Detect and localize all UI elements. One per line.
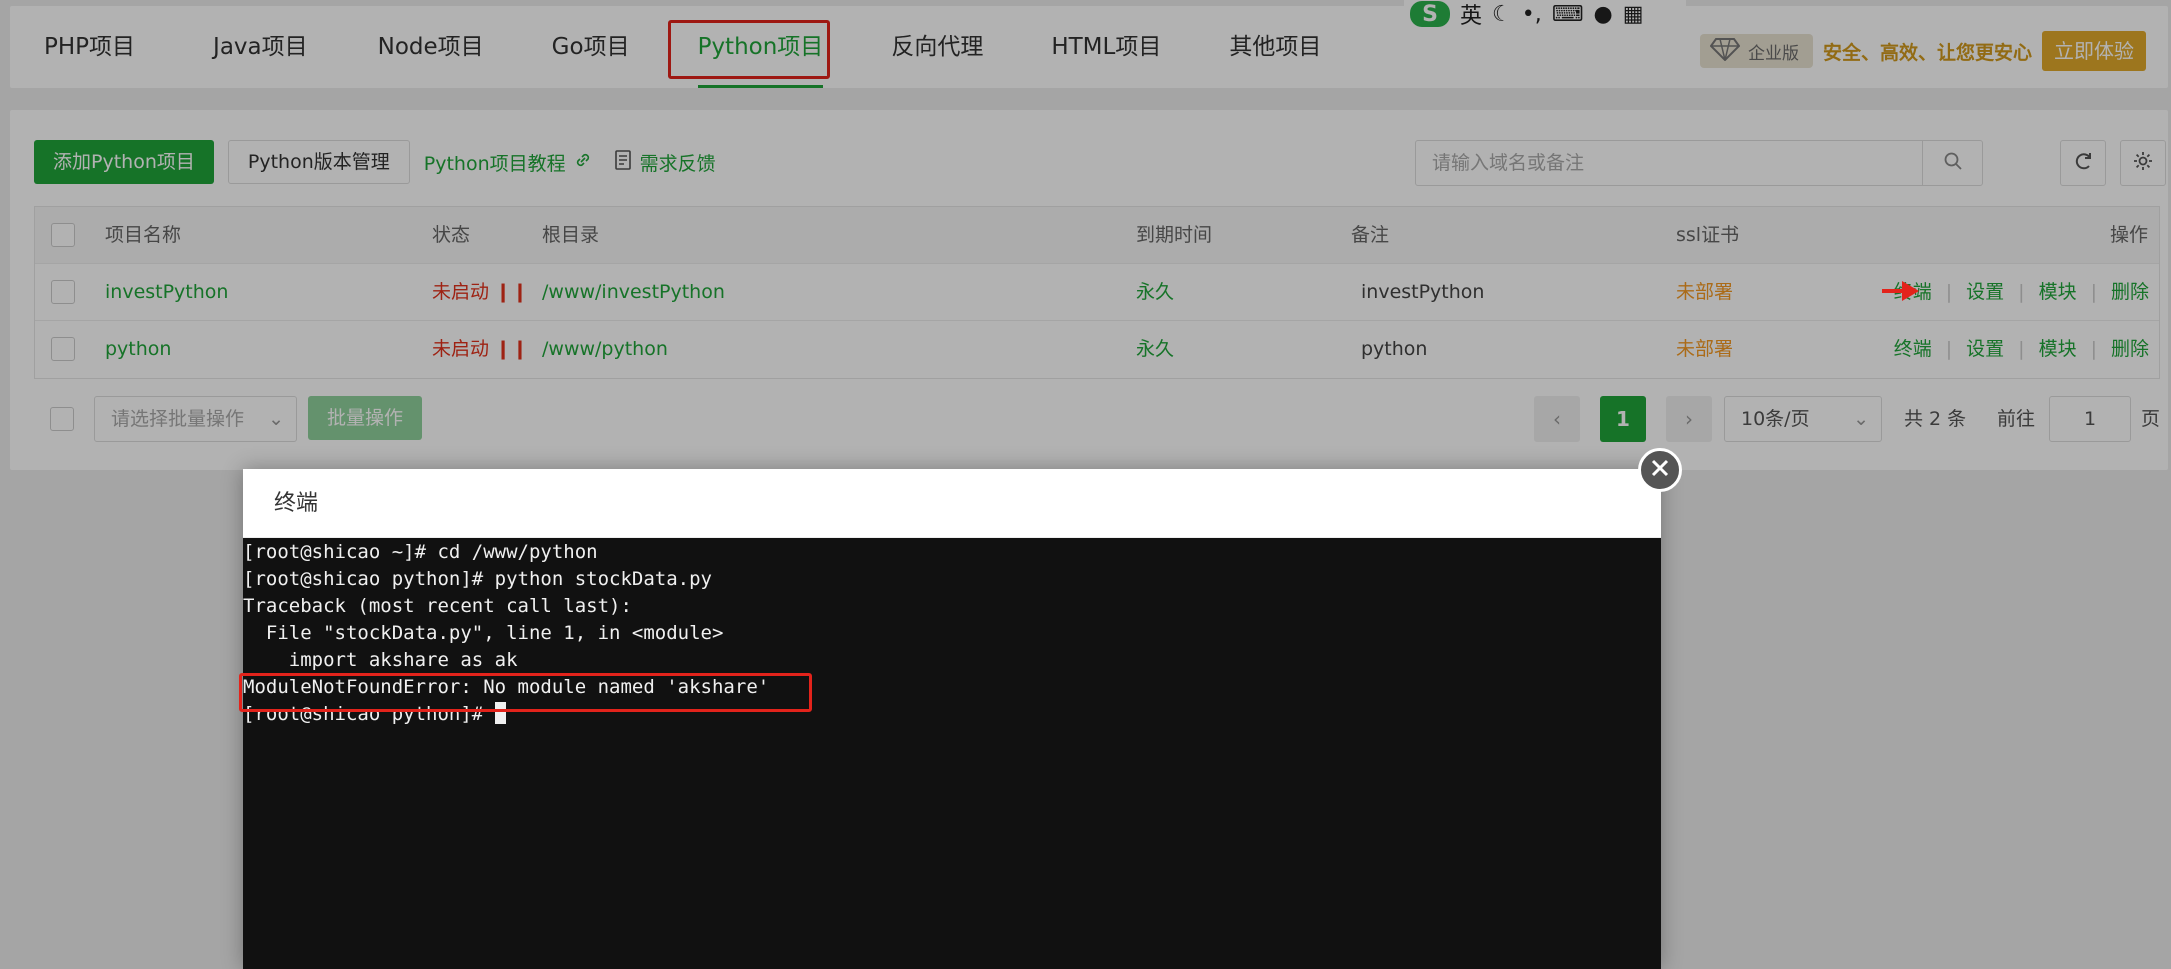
terminal-console[interactable]: [root@shicao ~]# cd /www/python [root@sh…	[243, 538, 1661, 969]
close-modal-button[interactable]	[1638, 448, 1682, 492]
arrow-annotation-icon	[1882, 280, 1920, 306]
close-icon	[1649, 457, 1671, 483]
modal-title: 终端	[243, 469, 1661, 538]
terminal-modal: 终端 [root@shicao ~]# cd /www/python [root…	[243, 469, 1661, 969]
error-highlight	[239, 673, 812, 712]
terminal-line: import akshare as ak	[243, 649, 518, 671]
terminal-line: Traceback (most recent call last):	[243, 595, 632, 617]
terminal-line: [root@shicao python]# python stockData.p…	[243, 568, 712, 590]
terminal-line: [root@shicao ~]# cd /www/python	[243, 541, 598, 563]
terminal-line: File "stockData.py", line 1, in <module>	[243, 622, 724, 644]
